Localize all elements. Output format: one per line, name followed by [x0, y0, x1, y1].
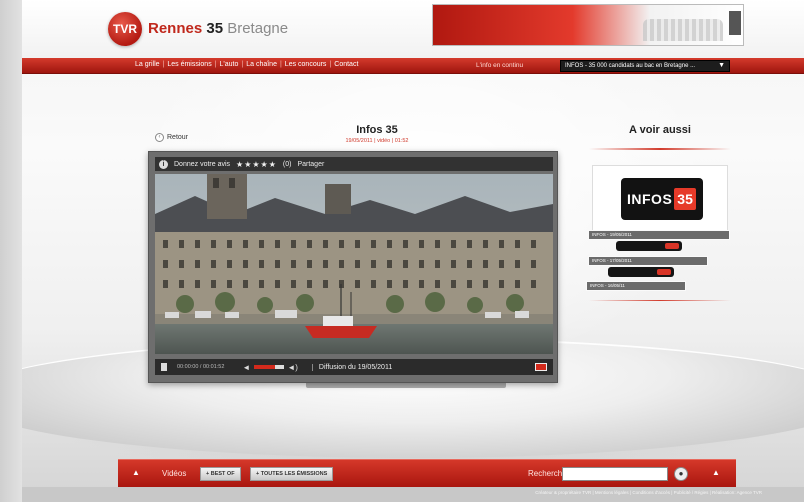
related-divider [589, 148, 731, 150]
scroll-up-icon[interactable]: ▲ [712, 468, 720, 477]
related-item-label: INFOS - 19/05/2011 [592, 232, 632, 237]
related-title: A voir aussi [629, 124, 691, 136]
info-icon[interactable]: i [159, 159, 168, 169]
all-shows-button[interactable]: + TOUTES LES ÉMISSIONS [250, 467, 334, 481]
rating-count: (0) [282, 160, 292, 168]
related-item-label: INFOS - 16/05/11 [590, 283, 625, 288]
infos-logo-text: INFOS [627, 191, 673, 207]
nav-separator: | [279, 61, 282, 68]
volume-slider[interactable] [254, 365, 285, 369]
nav-item[interactable]: La grille [135, 61, 160, 68]
infos-logo-num: 35 [674, 188, 696, 210]
video-title: Infos 35 [356, 124, 398, 136]
page-frame: TVR Rennes 35 Bretagne La grille | Les émi… [22, 0, 804, 502]
main-nav: La grille | Les émissions | L'auto | La chaîne… [22, 58, 804, 74]
related-thumb[interactable] [608, 267, 674, 277]
volume-down-icon[interactable]: ◄ [242, 363, 250, 372]
left-gutter [0, 0, 22, 502]
search-icon[interactable]: ● [674, 467, 688, 481]
nav-item[interactable]: Les émissions [167, 61, 211, 68]
search-label: Recherche [528, 469, 567, 478]
video-still-image [155, 174, 553, 354]
chevron-down-icon: ▼ [718, 62, 725, 69]
info-ticker-label: L'info en continu [476, 62, 524, 69]
related-item[interactable]: INFOS - 17/05/2011 [588, 256, 708, 266]
back-link[interactable]: ‹ Retour [155, 133, 188, 142]
infos35-logo: INFOS 35 [621, 178, 703, 220]
best-of-button[interactable]: + BEST OF [200, 467, 241, 481]
nav-item[interactable]: Les concours [285, 61, 327, 68]
broadcast-date: Diffusion du 19/05/2011 [311, 363, 392, 371]
video-frame[interactable] [155, 174, 553, 354]
back-link-label: Retour [167, 134, 189, 141]
site-logo[interactable]: Rennes 35 Bretagne [148, 20, 288, 37]
related-divider-bottom [589, 300, 731, 301]
bottom-toolbar: ▲ Vidéos + BEST OF + TOUTES LES ÉMISSION… [118, 459, 736, 487]
video-player: i Donnez votre avis ★★★★★ (0) Partager 0… [148, 151, 558, 383]
related-item[interactable]: INFOS - 16/05/11 [586, 281, 686, 291]
header-banner-ad[interactable] [432, 4, 744, 46]
nav-item[interactable]: L'auto [220, 61, 239, 68]
nav-separator: | [214, 61, 217, 68]
nav-separator: | [162, 61, 165, 68]
rating-stars[interactable]: ★★★★★ [236, 160, 277, 169]
nav-item[interactable]: La chaîne [246, 61, 277, 68]
back-arrow-icon: ‹ [155, 133, 164, 142]
nav-links: La grille | Les émissions | L'auto | La chaîne… [135, 61, 358, 68]
logo-text-part1: Rennes [148, 20, 203, 37]
nav-separator: | [329, 61, 332, 68]
volume-up-icon[interactable]: ◄) [287, 363, 298, 372]
footer-credits: Créateur & propriétaire TVR | Mentions l… [535, 490, 762, 495]
ad-skyline-graphic [643, 19, 723, 41]
related-thumb-main[interactable]: INFOS 35 [592, 165, 728, 233]
logo-text-part2: 35 [206, 20, 224, 37]
info-ticker-select[interactable]: INFOS - 35 000 candidats au bac en Breta… [560, 60, 730, 72]
info-ticker-value: INFOS - 35 000 candidats au bac en Breta… [565, 63, 696, 69]
ad-tag [729, 11, 741, 35]
player-controls: 00:00:00 / 00:01:52 ◄ ◄) Diffusion du 19… [155, 359, 553, 375]
scroll-up-icon[interactable]: ▲ [132, 468, 140, 477]
related-thumb[interactable] [616, 241, 682, 251]
logo-icon[interactable]: TVR [108, 12, 142, 46]
related-item[interactable]: INFOS - 19/05/2011 [588, 230, 730, 240]
logo-text-part3: Bretagne [227, 20, 289, 37]
videos-label: Vidéos [162, 469, 187, 478]
site-header: TVR Rennes 35 Bretagne [22, 0, 804, 58]
nav-separator: | [241, 61, 244, 68]
nav-item[interactable]: Contact [334, 61, 358, 68]
rate-label: Donnez votre avis [174, 160, 231, 168]
related-item-label: INFOS - 17/05/2011 [592, 258, 632, 263]
video-date: 19/05/2011 | vidéo | 01:52 [345, 138, 409, 144]
player-toolbar: i Donnez votre avis ★★★★★ (0) Partager [155, 157, 553, 171]
pause-icon[interactable] [161, 363, 167, 371]
search-input[interactable] [562, 467, 668, 481]
fullscreen-icon[interactable] [535, 363, 547, 371]
time-readout: 00:00:00 / 00:01:52 [177, 364, 225, 370]
volume-fill [254, 365, 276, 369]
share-button[interactable]: Partager [297, 161, 324, 168]
